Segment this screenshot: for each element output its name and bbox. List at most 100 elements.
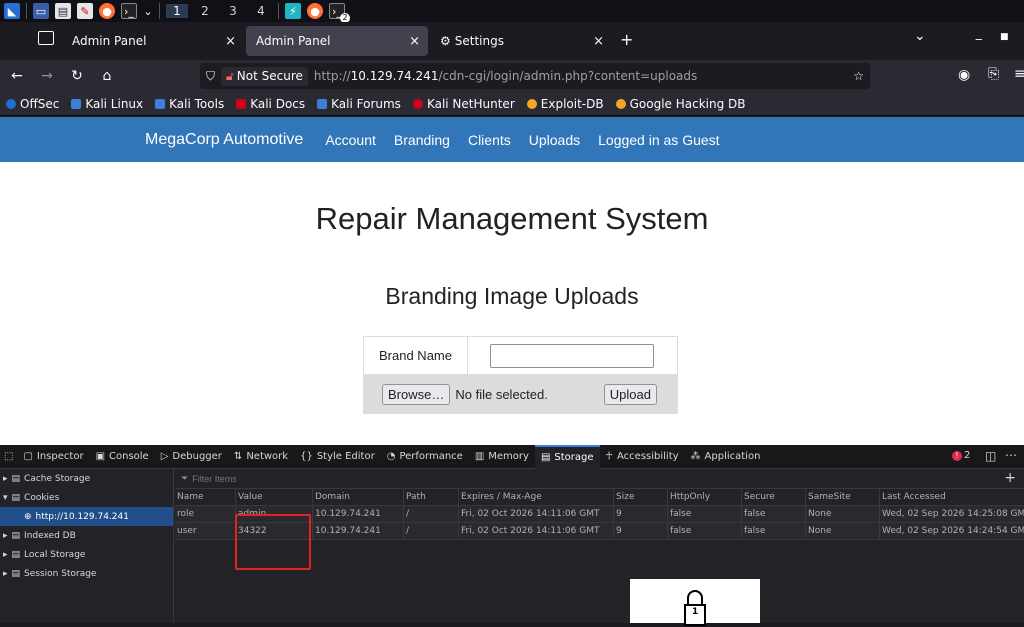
- cookie-last-accessed[interactable]: Wed, 02 Sep 2026 14:25:08 GMT: [880, 506, 1024, 523]
- minimize-button[interactable]: ‒: [975, 32, 983, 46]
- workspace-1[interactable]: 1: [166, 4, 188, 18]
- column-header[interactable]: Name: [175, 488, 236, 506]
- shield-icon[interactable]: ⛉: [206, 69, 215, 84]
- nav-logged-in-status[interactable]: Logged in as Guest: [598, 132, 719, 148]
- column-header[interactable]: Size: [614, 488, 668, 506]
- cookie-httponly[interactable]: false: [668, 522, 742, 540]
- bookmark-offsec[interactable]: OffSec: [6, 97, 59, 111]
- bookmark-kali-tools[interactable]: Kali Tools: [155, 97, 224, 111]
- terminal-icon[interactable]: ›_: [121, 3, 137, 19]
- error-indicator[interactable]: ! 2: [952, 450, 970, 461]
- tab-application[interactable]: ⁂ Application: [685, 445, 767, 469]
- cookie-domain[interactable]: 10.129.74.241: [313, 505, 404, 523]
- tab-performance[interactable]: ◔ Performance: [381, 445, 469, 469]
- forward-arrow-icon[interactable]: →: [32, 68, 62, 84]
- close-icon[interactable]: ×: [409, 34, 420, 49]
- column-header[interactable]: SameSite: [806, 488, 880, 506]
- add-item-button[interactable]: +: [1004, 470, 1016, 486]
- tree-session-storage[interactable]: ▸ ▤ Session Storage: [0, 564, 173, 583]
- tree-cache-storage[interactable]: ▸ ▤ Cache Storage: [0, 469, 173, 488]
- chevron-down-icon[interactable]: ⌄: [143, 3, 153, 19]
- browse-button[interactable]: Browse…: [382, 384, 451, 405]
- nav-link-account[interactable]: Account: [325, 132, 376, 148]
- url-text[interactable]: http://10.129.74.241/cdn-cgi/login/admin…: [314, 69, 697, 83]
- bookmark-kali-forums[interactable]: Kali Forums: [317, 97, 401, 111]
- tab-inspector[interactable]: ▢ Inspector: [17, 445, 89, 469]
- cookie-size[interactable]: 9: [614, 505, 668, 523]
- new-tab-button[interactable]: +: [620, 30, 633, 49]
- tab-network[interactable]: ⇅ Network: [228, 445, 294, 469]
- tab-accessibility[interactable]: ☥ Accessibility: [600, 445, 685, 469]
- close-window-button[interactable]: ■: [1000, 32, 1009, 42]
- bookmark-kali-linux[interactable]: Kali Linux: [71, 97, 143, 111]
- terminal-window-icon[interactable]: ›_ 2: [329, 3, 350, 23]
- app-window-icon[interactable]: ⚡: [285, 3, 301, 19]
- firefox-window-icon[interactable]: ●: [307, 3, 323, 19]
- bookmark-kali-nethunter[interactable]: Kali NetHunter: [412, 97, 515, 111]
- workspace-3[interactable]: 3: [222, 4, 244, 18]
- tab-style-editor[interactable]: {} Style Editor: [294, 445, 381, 469]
- tree-cookie-origin[interactable]: ⊕ http://10.129.74.241: [0, 507, 173, 526]
- cookie-path[interactable]: /: [404, 522, 459, 540]
- workspace-2[interactable]: 2: [194, 4, 216, 18]
- close-icon[interactable]: ×: [593, 34, 604, 49]
- cookie-size[interactable]: 9: [614, 522, 668, 540]
- cookie-expires[interactable]: Fri, 02 Oct 2026 14:11:06 GMT: [459, 522, 614, 540]
- text-editor-icon[interactable]: ✎: [77, 3, 93, 19]
- dock-side-icon[interactable]: ◫: [985, 449, 996, 463]
- column-header[interactable]: Value: [236, 488, 313, 506]
- tree-cookies[interactable]: ▾ ▤ Cookies: [0, 488, 173, 507]
- tab-memory[interactable]: ▥ Memory: [469, 445, 535, 469]
- filter-input[interactable]: [192, 473, 493, 484]
- devtools-menu-icon[interactable]: ⋯: [1005, 448, 1017, 462]
- back-arrow-icon[interactable]: ←: [2, 68, 32, 84]
- workspace-4[interactable]: 4: [250, 4, 272, 18]
- tab-admin-panel-2[interactable]: Admin Panel ×: [246, 26, 428, 56]
- close-icon[interactable]: ×: [225, 34, 236, 49]
- tab-storage[interactable]: ▤ Storage: [534, 444, 600, 469]
- column-header[interactable]: Secure: [742, 488, 806, 506]
- list-all-tabs-button[interactable]: ⌄: [914, 28, 926, 44]
- firefox-icon[interactable]: ●: [99, 3, 115, 19]
- cookie-path[interactable]: /: [404, 505, 459, 523]
- column-header[interactable]: Path: [404, 488, 459, 506]
- bookmark-star-icon[interactable]: ☆: [853, 69, 864, 83]
- show-desktop-icon[interactable]: ▭: [33, 3, 49, 19]
- kali-menu-icon[interactable]: ◣: [4, 3, 20, 19]
- column-header[interactable]: Expires / Max-Age: [459, 488, 614, 506]
- home-icon[interactable]: ⌂: [92, 68, 122, 84]
- bookmark-exploit-db[interactable]: Exploit-DB: [526, 97, 604, 111]
- reload-icon[interactable]: ↻: [62, 68, 92, 84]
- pick-element-icon[interactable]: ⬚: [0, 445, 17, 469]
- file-manager-icon[interactable]: ▤: [55, 3, 71, 19]
- cookie-secure[interactable]: false: [742, 522, 806, 540]
- security-indicator[interactable]: 🔓︎ Not Secure: [221, 66, 308, 86]
- overflow-menu-icon[interactable]: ≡: [1014, 66, 1024, 82]
- cookie-samesite[interactable]: None: [806, 522, 880, 540]
- tree-local-storage[interactable]: ▸ ▤ Local Storage: [0, 545, 173, 564]
- bookmark-google-hacking-db[interactable]: Google Hacking DB: [615, 97, 746, 111]
- tab-debugger[interactable]: ▷ Debugger: [155, 445, 228, 469]
- nav-link-branding[interactable]: Branding: [394, 132, 450, 148]
- cookie-secure[interactable]: false: [742, 505, 806, 523]
- cookie-expires[interactable]: Fri, 02 Oct 2026 14:11:06 GMT: [459, 505, 614, 523]
- tab-admin-panel-1[interactable]: Admin Panel ×: [62, 26, 244, 56]
- column-header[interactable]: HttpOnly: [668, 488, 742, 506]
- cookie-name[interactable]: role: [175, 505, 236, 523]
- cookie-samesite[interactable]: None: [806, 505, 880, 523]
- bookmark-kali-docs[interactable]: Kali Docs: [236, 97, 305, 111]
- site-brand[interactable]: MegaCorp Automotive: [145, 131, 303, 149]
- nav-link-clients[interactable]: Clients: [468, 132, 511, 148]
- tab-list-icon[interactable]: [38, 31, 54, 45]
- tab-settings[interactable]: ⚙ Settings ×: [430, 26, 612, 56]
- cookie-domain[interactable]: 10.129.74.241: [313, 522, 404, 540]
- tab-console[interactable]: ▣ Console: [90, 445, 155, 469]
- cookie-name[interactable]: user: [175, 522, 236, 540]
- account-icon[interactable]: ◉: [958, 67, 970, 83]
- upload-button[interactable]: Upload: [603, 384, 657, 405]
- nav-link-uploads[interactable]: Uploads: [529, 132, 580, 148]
- column-header[interactable]: Domain: [313, 488, 404, 506]
- extensions-icon[interactable]: ⎘: [988, 66, 999, 82]
- cookie-httponly[interactable]: false: [668, 505, 742, 523]
- tree-indexed-db[interactable]: ▸ ▤ Indexed DB: [0, 526, 173, 545]
